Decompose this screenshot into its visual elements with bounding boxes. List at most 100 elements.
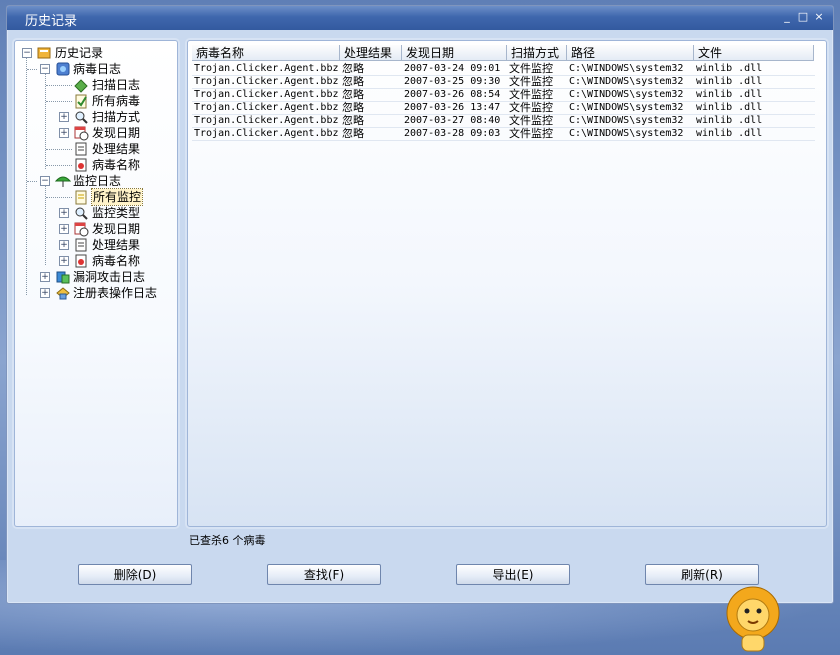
table-cell: 忽略 xyxy=(342,75,364,88)
tree-item-scan-method[interactable]: + 扫描方式 xyxy=(15,109,175,125)
scan-log-icon xyxy=(74,79,88,93)
expand-icon[interactable]: + xyxy=(59,256,69,266)
table-cell: C:\WINDOWS\system32 xyxy=(569,89,684,100)
expand-icon[interactable]: + xyxy=(59,112,69,122)
tree-label: 扫描日志 xyxy=(92,78,141,92)
virus-list[interactable]: 病毒名称 处理结果 发现日期 扫描方式 路径 文件 Trojan.Clicker… xyxy=(187,40,827,527)
virus-log-icon xyxy=(56,62,70,76)
tree-item-all-monitors[interactable]: 所有监控 xyxy=(15,188,175,206)
expand-icon[interactable]: + xyxy=(59,128,69,138)
table-cell: 2007-03-25 09:30 xyxy=(404,76,501,87)
table-row[interactable]: Trojan.Clicker.Agent.bbz 忽略 2007-03-25 09:… xyxy=(192,75,815,89)
table-cell: 忽略 xyxy=(342,114,364,127)
minimize-button[interactable]: _ xyxy=(781,11,793,23)
window-title: 历史记录 xyxy=(25,14,78,29)
tree-label-selected: 所有监控 xyxy=(90,188,144,206)
table-row[interactable]: Trojan.Clicker.Agent.bbz 忽略 2007-03-24 09:… xyxy=(192,62,815,76)
table-cell: 忽略 xyxy=(342,127,364,140)
tree-label: 扫描方式 xyxy=(92,110,141,124)
refresh-button[interactable]: 刷新(R) xyxy=(645,564,759,585)
tree-item-monitor-log[interactable]: − 监控日志 xyxy=(15,173,175,189)
table-cell: C:\WINDOWS\system32 xyxy=(569,76,684,87)
close-button[interactable]: × xyxy=(813,11,825,23)
table-cell: winlib .dll xyxy=(696,76,763,87)
history-window: 历史记录 _ □ × − 历史记录 − 病毒日志 扫描日志 所有病毒 + 扫描方… xyxy=(6,5,834,604)
tree-item-history[interactable]: − 历史记录 xyxy=(15,45,175,61)
umbrella-icon xyxy=(55,176,71,187)
virus-name-icon xyxy=(75,158,87,172)
tree-label: 注册表操作日志 xyxy=(73,286,158,300)
table-cell: winlib .dll xyxy=(696,115,763,126)
tree-item-found-date[interactable]: + 发现日期 xyxy=(15,125,175,141)
table-cell: C:\WINDOWS\system32 xyxy=(569,102,684,113)
table-cell: C:\WINDOWS\system32 xyxy=(569,128,684,139)
tree-label: 监控日志 xyxy=(73,174,122,188)
expand-icon[interactable]: + xyxy=(59,208,69,218)
expand-icon[interactable]: + xyxy=(40,288,50,298)
virus-name-icon xyxy=(75,254,87,268)
table-cell: Trojan.Clicker.Agent.bbz xyxy=(194,102,339,113)
history-book-icon xyxy=(37,47,51,59)
tree-item-monitor-virus-name[interactable]: + 病毒名称 xyxy=(15,253,175,269)
tree-item-result[interactable]: 处理结果 xyxy=(15,141,175,157)
tree-label: 病毒名称 xyxy=(92,158,141,172)
tree-item-registry-log[interactable]: + 注册表操作日志 xyxy=(15,285,175,301)
tree-label: 发现日期 xyxy=(92,126,141,140)
calendar-clock-icon xyxy=(74,222,89,237)
tree-label: 所有病毒 xyxy=(92,94,141,108)
expand-icon[interactable]: + xyxy=(59,224,69,234)
table-cell: 忽略 xyxy=(342,88,364,101)
tree-item-monitor-date[interactable]: + 发现日期 xyxy=(15,221,175,237)
table-cell: winlib .dll xyxy=(696,102,763,113)
collapse-icon[interactable]: − xyxy=(22,48,32,58)
vuln-attack-icon xyxy=(56,271,70,284)
expand-icon[interactable]: + xyxy=(59,240,69,250)
tree-item-vuln-log[interactable]: + 漏洞攻击日志 xyxy=(15,269,175,285)
log-tree[interactable]: − 历史记录 − 病毒日志 扫描日志 所有病毒 + 扫描方式 + 发现日期 处理… xyxy=(14,40,178,527)
table-cell: C:\WINDOWS\system32 xyxy=(569,63,684,74)
tree-label: 发现日期 xyxy=(92,222,141,236)
collapse-icon[interactable]: − xyxy=(40,176,50,186)
tree-label: 监控类型 xyxy=(92,206,141,220)
table-cell: 文件监控 xyxy=(509,127,553,140)
column-header-virus-name[interactable]: 病毒名称 xyxy=(192,45,340,61)
table-cell: 忽略 xyxy=(342,62,364,75)
table-cell: winlib .dll xyxy=(696,89,763,100)
tree-label: 病毒日志 xyxy=(73,62,122,76)
result-icon xyxy=(75,238,87,252)
column-header-path[interactable]: 路径 xyxy=(567,45,694,61)
registry-icon xyxy=(56,287,70,300)
table-cell: winlib .dll xyxy=(696,63,763,74)
find-button[interactable]: 查找(F) xyxy=(267,564,381,585)
tree-item-monitor-result[interactable]: + 处理结果 xyxy=(15,237,175,253)
delete-button[interactable]: 删除(D) xyxy=(78,564,192,585)
table-row[interactable]: Trojan.Clicker.Agent.bbz 忽略 2007-03-26 13:… xyxy=(192,101,815,115)
magnifier-icon xyxy=(75,111,88,124)
all-monitors-icon xyxy=(75,190,87,205)
calendar-clock-icon xyxy=(74,126,89,141)
column-header-date[interactable]: 发现日期 xyxy=(402,45,507,61)
title-bar[interactable]: 历史记录 _ □ × xyxy=(7,6,833,30)
table-cell: 2007-03-24 09:01 xyxy=(404,63,501,74)
all-viruses-icon xyxy=(75,94,87,109)
tree-item-scan-log[interactable]: 扫描日志 xyxy=(15,77,175,93)
table-cell: C:\WINDOWS\system32 xyxy=(569,115,684,126)
tree-item-virus-name[interactable]: 病毒名称 xyxy=(15,157,175,173)
column-header-scan-method[interactable]: 扫描方式 xyxy=(507,45,567,61)
tree-item-virus-log[interactable]: − 病毒日志 xyxy=(15,61,175,77)
tree-item-all-viruses[interactable]: 所有病毒 xyxy=(15,93,175,109)
collapse-icon[interactable]: − xyxy=(40,64,50,74)
table-cell: Trojan.Clicker.Agent.bbz xyxy=(194,63,339,74)
export-button[interactable]: 导出(E) xyxy=(456,564,570,585)
expand-icon[interactable]: + xyxy=(40,272,50,282)
table-cell: winlib .dll xyxy=(696,128,763,139)
column-header-result[interactable]: 处理结果 xyxy=(340,45,402,61)
tree-label: 处理结果 xyxy=(92,238,141,252)
table-row[interactable]: Trojan.Clicker.Agent.bbz 忽略 2007-03-28 09:… xyxy=(192,127,815,141)
table-row[interactable]: Trojan.Clicker.Agent.bbz 忽略 2007-03-27 08:… xyxy=(192,114,815,128)
tree-item-monitor-type[interactable]: + 监控类型 xyxy=(15,205,175,221)
table-row[interactable]: Trojan.Clicker.Agent.bbz 忽略 2007-03-26 08:… xyxy=(192,88,815,102)
maximize-button[interactable]: □ xyxy=(797,11,809,23)
table-cell: 文件监控 xyxy=(509,101,553,114)
column-header-file[interactable]: 文件 xyxy=(694,45,814,61)
